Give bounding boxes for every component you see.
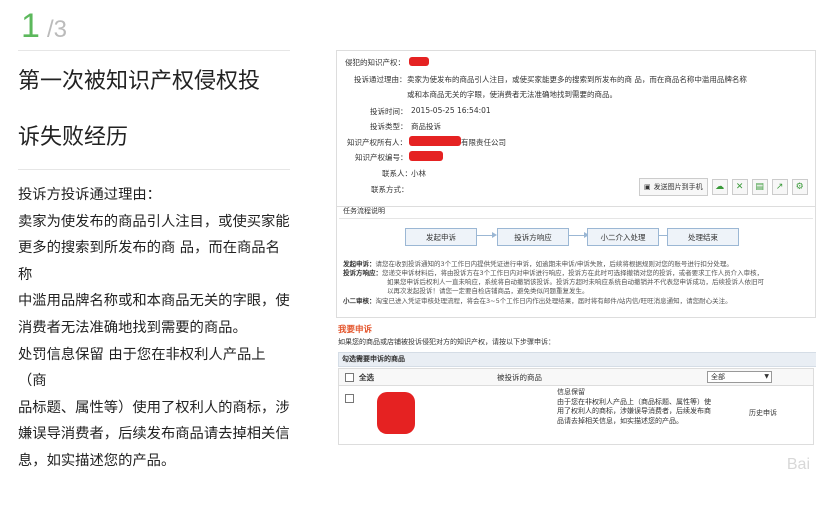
gear-icon[interactable]: ⚙ (791, 179, 808, 195)
step-current: 1 (21, 7, 40, 45)
body-line: 更多的搜索到所发布的商 品，而在商品名称 (18, 240, 280, 283)
owner-label: 知识产权所有人： (347, 138, 407, 147)
flow-step: 发起申诉 (405, 228, 477, 246)
status-dropdown[interactable]: 全部 (707, 371, 772, 383)
body-line: 嫌误导消费者，后续发布商品请去掉相关信 (18, 426, 290, 443)
body-line: 消费者无法准确地找到需要的商品。 (18, 319, 247, 336)
body-line: 息，如实描述您的产品。 (18, 452, 176, 469)
history-appeal-link[interactable]: 历史申诉 (749, 408, 777, 418)
owner-suffix: 有限责任公司 (461, 138, 506, 147)
cloud-icon[interactable]: ☁ (711, 179, 728, 195)
desc-response: 投诉方响应：您递交申诉材料后，将由投诉方在3个工作日内对申诉进行响应，投诉方在此… (343, 269, 764, 277)
save-icon[interactable]: ▤ (751, 179, 768, 195)
desc-appeal: 发起申诉：请您在收到投诉通知的3个工作日内提供凭证进行申诉，如逾期未申诉/申诉失… (343, 260, 733, 268)
flow-title: 任务流程说明 (343, 207, 385, 215)
redacted-owner (409, 136, 461, 146)
title-line-1: 第一次被知识产权侵权投 (18, 69, 261, 94)
step-indicator: 1 /3 (18, 0, 290, 51)
reason-label: 投诉通过理由： (354, 75, 407, 84)
contact-label: 联系人： (382, 169, 412, 178)
penalty-info: 信息保留 由于您在非权利人产品上（商品标题、属性等）使 用了权利人的商标，涉嫌误… (557, 388, 711, 425)
divider (339, 218, 813, 219)
redacted-goods-image (377, 392, 415, 434)
ip-label: 侵犯的知识产权： (345, 58, 405, 67)
desc-response-2: 如果您申诉后权利人一直未响应，系统将自动撤销该投诉。投诉方超时未响应系统自动撤销… (387, 278, 764, 286)
select-all-checkbox[interactable] (345, 373, 354, 382)
desc-review: 小二审核：淘宝已进入凭证审核处理流程，将会在3~5个工作日内作出处理结果，届时将… (343, 297, 732, 305)
step-total: /3 (47, 16, 68, 43)
select-all-label[interactable]: 全选 (359, 372, 374, 383)
watermark: Bai (786, 456, 810, 473)
complaint-screenshot: 侵犯的知识产权： 投诉通过理由： 卖家为使发布的商品引人注目，或使买家能更多的搜… (336, 50, 816, 508)
send-to-phone-button[interactable]: ▣ 发送图片到手机 (639, 178, 708, 196)
ipno-label: 知识产权编号： (355, 153, 408, 162)
body-line: 卖家为使发布的商品引人注目，或使买家能 (18, 213, 290, 230)
body-line: 投诉方投诉通过理由： (18, 187, 161, 203)
body-line: 处罚信息保留 由于您在非权利人产品上（商 (18, 346, 266, 390)
appeal-title: 我要申诉 (338, 325, 373, 335)
phone-icon: ▣ (644, 183, 651, 191)
time-label: 投诉时间： (370, 107, 408, 116)
share-icon[interactable]: ↗ (771, 179, 788, 195)
flow-step: 投诉方响应 (497, 228, 569, 246)
complaint-detail-panel: 侵犯的知识产权： 投诉通过理由： 卖家为使发布的商品引人注目，或使买家能更多的搜… (336, 50, 816, 207)
article-column: 1 /3 第一次被知识产权侵权投 诉失败经历 投诉方投诉通过理由： 卖家为使发布… (18, 0, 290, 475)
reason-line-2: 或和本商品无关的字眼，使消费者无法准确地找到需要的商品。 (407, 90, 617, 99)
redacted-ipno (409, 151, 443, 161)
step-body: 投诉方投诉通过理由： 卖家为使发布的商品引人注目，或使买家能 更多的搜索到所发布… (18, 182, 290, 475)
table-row: 信息保留 由于您在非权利人产品上（商品标题、属性等）使 用了权利人的商标，涉嫌误… (338, 384, 814, 445)
select-goods-header: 勾选需要申诉的商品 (338, 352, 816, 367)
contact-way-label: 联系方式： (371, 185, 409, 194)
task-flow-panel: 任务流程说明 发起申诉 投诉方响应 小二介入处理 处理结束 发起申诉：请您在收到… (336, 202, 816, 318)
flow-step: 小二介入处理 (587, 228, 659, 246)
flow-arrow (569, 232, 589, 238)
goods-column-header: 被投诉的商品 (497, 373, 542, 382)
reason-line-1: 卖家为使发布的商品引人注目，或使买家能更多的搜索到所发布的商 品，而在商品名称中… (407, 75, 747, 84)
row-checkbox[interactable] (345, 394, 354, 403)
step-title: 第一次被知识产权侵权投 诉失败经历 (18, 51, 290, 170)
type-label: 投诉类型： (370, 122, 408, 131)
flow-step: 处理结束 (667, 228, 739, 246)
type-value: 商品投诉 (411, 122, 441, 131)
time-value: 2015-05-25 16:54:01 (411, 106, 491, 115)
title-line-2: 诉失败经历 (18, 125, 129, 150)
detail-toolbar: ▣ 发送图片到手机 ☁ ✕ ▤ ↗ ⚙ (639, 178, 808, 196)
appeal-desc: 如果您的商品或店铺被投诉侵犯对方的知识产权，请按以下步骤申诉： (338, 338, 555, 346)
redacted-ip (409, 57, 429, 66)
desc-response-3: 以再次发起投诉！请您一定要自检店铺商品，避免类似问题重复发生。 (387, 287, 589, 295)
body-line: 品标题、属性等）使用了权利人的商标，涉 (18, 399, 290, 416)
body-line: 中滥用品牌名称或和本商品无关的字眼，使 (18, 293, 290, 310)
contact-value: 小林 (411, 169, 426, 178)
flow-arrow (477, 232, 497, 238)
expand-icon[interactable]: ✕ (731, 179, 748, 195)
